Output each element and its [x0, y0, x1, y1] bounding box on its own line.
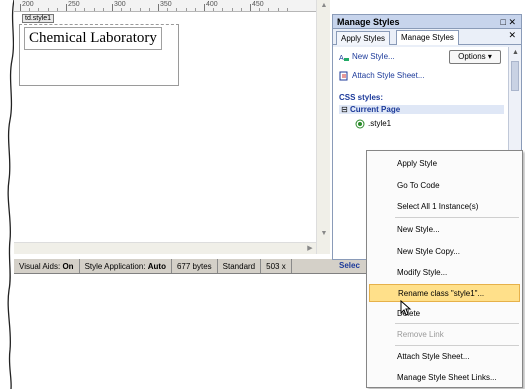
ruler-minor-tick — [84, 8, 86, 11]
ruler-minor-tick — [167, 8, 169, 11]
ruler-minor-tick — [29, 8, 31, 11]
style-bullet-icon — [355, 119, 365, 129]
panel-title: Manage Styles — [337, 17, 400, 27]
ruler-minor-tick — [277, 8, 279, 11]
scroll-up-icon[interactable]: ▲ — [509, 47, 522, 58]
menu-separator — [395, 323, 519, 324]
close-icon[interactable]: ✕ — [508, 30, 516, 41]
ruler-minor-tick — [148, 8, 150, 11]
css-styles-label: CSS styles: — [339, 93, 384, 102]
ruler-minor-tick — [130, 8, 132, 11]
tab-apply-styles[interactable]: Apply Styles — [336, 31, 391, 45]
horizontal-scrollbar[interactable]: ▶ — [14, 242, 316, 254]
ruler-minor-tick — [185, 8, 187, 11]
ruler-minor-tick — [240, 8, 242, 11]
cell-content-text[interactable]: Chemical Laboratory — [24, 27, 162, 50]
ruler-minor-tick — [259, 8, 261, 11]
panel-title-bar: Manage Styles □ ✕ — [333, 15, 521, 29]
context-menu-item: Remove Link — [397, 330, 444, 339]
context-menu-item[interactable]: Apply Style — [369, 155, 520, 173]
ruler-tick-label: 350 — [160, 1, 172, 8]
ruler-minor-tick — [268, 8, 270, 11]
style-list-item[interactable]: .style1 — [355, 119, 391, 129]
ruler-tick-label: 300 — [114, 1, 126, 8]
ruler-minor-tick — [222, 8, 224, 11]
style-tag-label[interactable]: td.style1 — [22, 14, 55, 23]
ruler-minor-tick — [121, 8, 123, 11]
menu-separator — [395, 217, 519, 218]
ruler-minor-tick — [75, 8, 77, 11]
vertical-scrollbar[interactable]: ▲ ▼ — [316, 0, 330, 254]
selected-style-preview-label: Selec — [339, 261, 360, 270]
tab-manage-styles[interactable]: Manage Styles — [396, 30, 459, 45]
attach-stylesheet-icon — [339, 71, 348, 81]
ruler-minor-tick — [56, 8, 58, 11]
new-style-icon: A — [339, 55, 349, 62]
context-menu-item[interactable]: Go To Code — [369, 177, 520, 195]
visual-aids-status[interactable]: Visual Aids: On — [14, 259, 80, 273]
panel-tabs: Apply Styles Manage Styles ✕ — [333, 29, 521, 45]
context-menu-item[interactable]: New Style Copy... — [369, 243, 520, 261]
ruler-tick-label: 250 — [68, 1, 80, 8]
context-menu-item[interactable]: Modify Style... — [369, 264, 520, 282]
ruler-tick-label: 400 — [206, 1, 218, 8]
resolution-status[interactable]: 503 x — [261, 259, 292, 273]
ruler-minor-tick — [176, 8, 178, 11]
options-button[interactable]: Options ▾ — [449, 50, 501, 64]
status-bar: Visual Aids: On Style Application: Auto 67… — [14, 258, 384, 274]
current-page-group[interactable]: ⊟ Current Page — [339, 105, 504, 114]
page-size-status: 677 bytes — [172, 259, 218, 273]
svg-text:A: A — [339, 55, 344, 62]
context-menu-item[interactable]: Select All 1 Instance(s) — [369, 198, 520, 216]
style-context-menu: Apply Style Go To Code Select All 1 Instan… — [366, 150, 523, 388]
horizontal-ruler: 200 250 300 350 400 450 — [14, 0, 316, 12]
ruler-minor-tick — [194, 8, 196, 11]
attach-style-sheet-link[interactable]: Attach Style Sheet... — [339, 71, 424, 81]
collapse-icon[interactable]: ⊟ — [341, 105, 348, 114]
context-menu-item[interactable]: Rename class "style1"... — [369, 284, 520, 302]
panel-window-controls[interactable]: □ ✕ — [501, 15, 516, 29]
ruler-minor-tick — [139, 8, 141, 11]
design-view[interactable]: 200 250 300 350 400 450 td.style1 Chemical La… — [14, 0, 330, 254]
scroll-down-icon[interactable]: ▼ — [317, 228, 331, 240]
ruler-minor-tick — [102, 8, 104, 11]
ruler-minor-tick — [231, 8, 233, 11]
current-page-label: Current Page — [349, 105, 401, 114]
menu-separator — [395, 345, 519, 346]
ruler-minor-tick — [38, 8, 40, 11]
ruler-tick-label: 200 — [22, 1, 34, 8]
new-style-link[interactable]: A New Style... — [339, 52, 395, 62]
ruler-minor-tick — [213, 8, 215, 11]
ruler-minor-tick — [286, 8, 288, 11]
scroll-right-icon[interactable]: ▶ — [304, 243, 316, 255]
context-menu-item[interactable]: Delete — [369, 305, 520, 323]
ruler-tick-label: 450 — [252, 1, 264, 8]
context-menu-item[interactable]: New Style... — [369, 221, 520, 239]
style-application-status[interactable]: Style Application: Auto — [80, 259, 172, 273]
ruler-minor-tick — [93, 8, 95, 11]
context-menu-item[interactable]: Attach Style Sheet... — [369, 348, 520, 366]
doctype-status[interactable]: Standard — [218, 259, 262, 273]
scroll-thumb[interactable] — [511, 61, 519, 91]
mouse-pointer-icon — [400, 300, 412, 316]
context-menu-item[interactable]: Manage Style Sheet Links... — [369, 369, 520, 387]
ruler-minor-tick — [47, 8, 49, 11]
scroll-up-icon[interactable]: ▲ — [317, 0, 331, 12]
